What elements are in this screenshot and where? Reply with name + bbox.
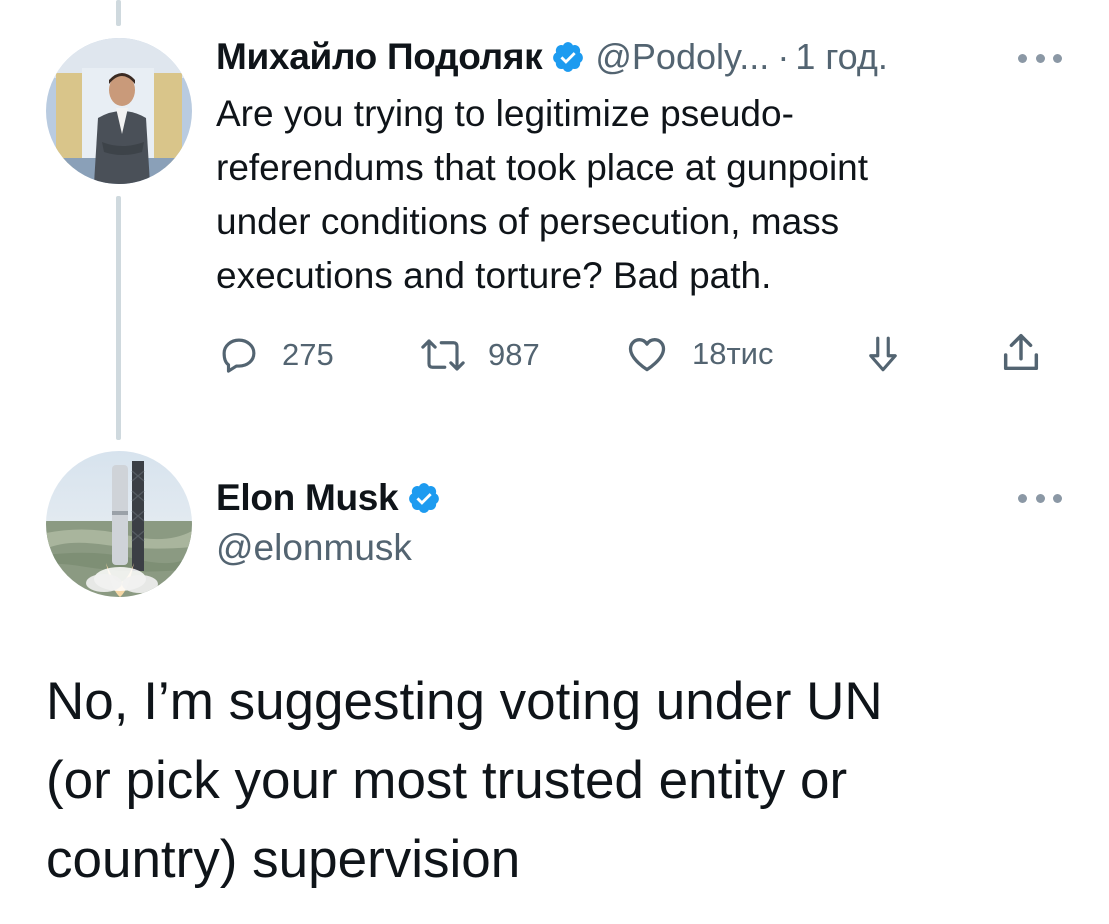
tweet-text-line: No, I’m suggesting voting under UN (46, 672, 883, 731)
like-button[interactable]: 18тис (624, 332, 774, 376)
retweet-button[interactable]: 987 (418, 334, 540, 376)
tweet-text-line: executions and torture? Bad path. (216, 255, 772, 296)
verified-badge-icon (407, 481, 441, 515)
reply-icon (222, 338, 256, 373)
podolyak-tweet-text: Are you trying to legitimize pseudo- ref… (216, 87, 868, 303)
podolyak-avatar[interactable] (46, 38, 192, 184)
tweet-text-line: referendums that took place at gunpoint (216, 147, 869, 188)
tweet-text-line: under conditions of persecution, mass (216, 201, 840, 242)
musk-display-name[interactable]: Elon Musk (216, 477, 399, 519)
retweet-count: 987 (488, 337, 540, 372)
musk-header: Elon Musk (216, 477, 441, 519)
tweet-text-line: country) supervision (46, 830, 521, 889)
person-portrait-icon (46, 38, 192, 184)
reply-button[interactable]: 275 (218, 334, 334, 376)
podolyak-handle[interactable]: @Podoly... (595, 36, 769, 78)
thread-line-connector (116, 196, 121, 440)
header-separator: · (777, 36, 790, 77)
musk-handle[interactable]: @elonmusk (216, 527, 412, 569)
tweet-text-line: (or pick your most trusted entity or (46, 751, 848, 810)
rocket-launch-icon (46, 451, 192, 597)
bookmark-button[interactable] (862, 332, 904, 376)
retweet-icon (421, 339, 465, 371)
reply-count: 275 (282, 337, 334, 372)
download-arrow-icon (869, 336, 897, 372)
podolyak-more-options-icon[interactable] (1018, 48, 1062, 68)
share-button[interactable] (998, 330, 1044, 376)
podolyak-timestamp[interactable]: 1 год. (795, 36, 888, 78)
thread-line-top (116, 0, 121, 26)
podolyak-display-name[interactable]: Михайло Подоляк (216, 36, 543, 78)
heart-icon (628, 338, 666, 372)
tweet-text-line: Are you trying to legitimize pseudo- (216, 93, 794, 134)
musk-avatar[interactable] (46, 451, 192, 597)
share-icon (1003, 334, 1039, 371)
musk-more-options-icon[interactable] (1018, 488, 1062, 508)
like-count: 18тис (692, 336, 774, 371)
verified-badge-icon (551, 40, 585, 74)
musk-tweet-text: No, I’m suggesting voting under UN (or p… (46, 662, 883, 899)
podolyak-header: Михайло Подоляк @Podoly... · 1 год. (216, 36, 888, 78)
